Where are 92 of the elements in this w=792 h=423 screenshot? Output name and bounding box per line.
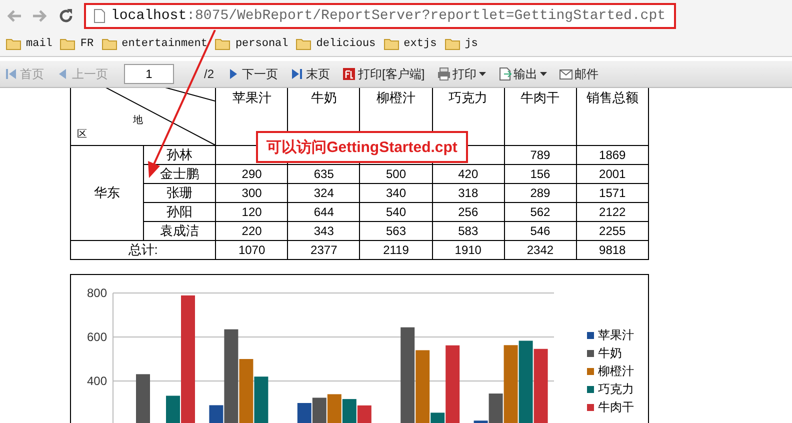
table-cell: 300 [216, 184, 288, 202]
table-cell: 2119 [360, 240, 432, 260]
name-cell: 张珊 [144, 184, 216, 202]
bar [357, 405, 372, 423]
printer-icon [436, 67, 451, 81]
table-cell: 1869 [576, 146, 648, 164]
address-bar[interactable]: localhost:8075/WebReport/ReportServer?reportlet=GettingStarted.cpt [84, 3, 676, 29]
bookmark[interactable]: mail [6, 38, 52, 50]
table-cell: 420 [432, 164, 504, 184]
last-page-icon [290, 67, 304, 81]
corner-label: 区 [77, 128, 87, 141]
bar [327, 394, 342, 423]
axis-tick-label: 600 [86, 330, 107, 344]
bookmark[interactable]: entertainment [102, 38, 208, 50]
table-cell: 9818 [576, 240, 648, 260]
table-cell: 562 [504, 202, 576, 222]
corner-label: 地 [133, 114, 143, 127]
table-cell: 290 [216, 164, 288, 184]
page-total: /2 [204, 67, 214, 81]
folder-icon [60, 38, 76, 50]
table-cell: 156 [504, 164, 576, 184]
table-cell: 583 [432, 222, 504, 240]
axis-tick-label: 800 [86, 286, 107, 300]
folder-icon [296, 38, 312, 50]
flash-icon [342, 67, 356, 81]
name-cell: 袁成洁 [144, 222, 216, 240]
reload-icon[interactable] [58, 8, 74, 24]
document-icon [498, 67, 512, 81]
legend-label: 巧克力 [598, 381, 634, 398]
page-number-field[interactable]: 1 [124, 64, 174, 84]
legend-label: 柳橙汁 [598, 363, 634, 380]
folder-icon [102, 38, 117, 50]
table-cell: 563 [360, 222, 432, 240]
toolbar-button[interactable]: 打印 [436, 66, 486, 82]
bar [312, 398, 326, 423]
bookmark[interactable]: delicious [296, 38, 376, 50]
toolbar-button[interactable]: 下一页 [226, 66, 278, 82]
folder-icon [215, 38, 230, 50]
column-header: 牛肉干 [504, 88, 576, 146]
total-label: 总计: [70, 240, 216, 260]
bookmark[interactable]: extjs [384, 38, 437, 50]
legend-label: 牛奶 [598, 345, 622, 362]
forward-icon[interactable] [32, 9, 48, 23]
table-cell: 1070 [216, 240, 288, 260]
table-cell: 2255 [576, 222, 648, 240]
url-text: localhost:8075/WebReport/ReportServer?reportlet=GettingStarted.cpt [111, 8, 666, 24]
table-cell: 540 [360, 202, 432, 222]
bar [254, 376, 268, 423]
table-cell: 500 [360, 164, 432, 184]
table-cell: 2377 [288, 240, 360, 260]
legend-label: 牛肉干 [598, 399, 634, 416]
toolbar-button[interactable]: 邮件 [558, 66, 599, 82]
caret-icon [478, 72, 486, 76]
folder-icon [444, 38, 460, 50]
table-cell: 318 [432, 184, 504, 202]
bar [297, 403, 312, 423]
legend-label: 苹果汁 [598, 327, 634, 344]
bar [136, 374, 150, 423]
table-cell: 324 [288, 184, 360, 202]
region-cell: 华东 [70, 146, 144, 240]
column-header: 销售总额 [576, 88, 648, 146]
table-cell: 2001 [576, 164, 648, 184]
bookmark[interactable]: FR [60, 38, 94, 50]
axis-tick-label: 400 [86, 374, 107, 388]
table-cell: 343 [288, 222, 360, 240]
table-cell: 1571 [576, 184, 648, 202]
table-cell: 1910 [432, 240, 504, 260]
toolbar-button[interactable]: 打印[客户端] [342, 66, 425, 82]
table-cell: 635 [288, 164, 360, 184]
table-cell: 340 [360, 184, 432, 202]
table-cell: 546 [504, 222, 576, 240]
page-icon [94, 9, 105, 23]
first-page-icon [4, 67, 18, 81]
table-cell: 256 [432, 202, 504, 222]
name-cell: 孙阳 [144, 202, 216, 222]
table-cell: 120 [216, 202, 288, 222]
table-cell: 220 [216, 222, 288, 240]
caret-icon [540, 72, 547, 76]
table-cell: 2342 [504, 240, 576, 260]
toolbar-button[interactable]: 末页 [290, 66, 330, 82]
folder-icon [6, 38, 21, 50]
folder-icon [384, 38, 399, 50]
bookmark[interactable]: js [444, 38, 478, 50]
table-cell: 789 [504, 146, 576, 164]
table-cell: 289 [504, 184, 576, 202]
envelope-icon [558, 67, 573, 81]
back-icon[interactable] [6, 9, 22, 23]
table-cell: 644 [288, 202, 360, 222]
table-cell: 2122 [576, 202, 648, 222]
toolbar-button[interactable]: 输出 [498, 66, 547, 82]
bar [342, 399, 356, 423]
bookmark[interactable]: personal [215, 38, 288, 50]
